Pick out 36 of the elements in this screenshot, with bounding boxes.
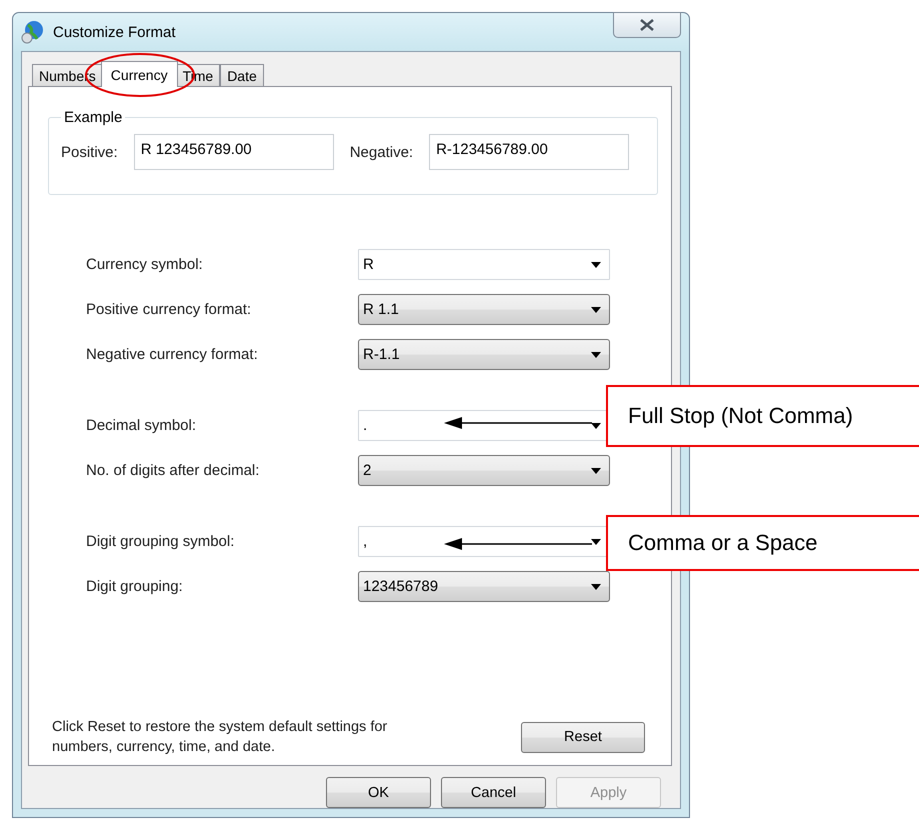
annotation-callout: Full Stop (Not Comma) bbox=[606, 385, 919, 447]
field-label: Digit grouping symbol: bbox=[86, 533, 236, 550]
field-label: Negative currency format: bbox=[86, 346, 259, 363]
tab[interactable]: Date bbox=[220, 64, 264, 86]
field-label: Positive currency format: bbox=[86, 301, 252, 318]
window-title: Customize Format bbox=[53, 24, 176, 40]
dropdown-arrow-icon bbox=[591, 468, 601, 474]
dropdown-arrow-icon bbox=[591, 584, 601, 590]
dropdown[interactable]: R 1.1 bbox=[358, 294, 610, 325]
close-button[interactable] bbox=[613, 12, 681, 38]
combo-box[interactable]: R bbox=[358, 249, 610, 280]
dialog-button[interactable]: Cancel bbox=[441, 777, 546, 808]
dropdown[interactable]: 123456789 bbox=[358, 571, 610, 602]
dropdown-arrow-icon bbox=[591, 538, 601, 544]
dropdown-arrow-icon bbox=[591, 352, 601, 358]
negative-example-field: R-123456789.00 bbox=[429, 134, 630, 170]
field-label: Positive: bbox=[61, 144, 118, 160]
close-icon bbox=[640, 19, 654, 31]
dropdown-arrow-icon bbox=[591, 306, 601, 312]
field-label: Digit grouping: bbox=[86, 578, 184, 595]
positive-example-field: R 123456789.00 bbox=[134, 134, 334, 170]
reset-button[interactable]: Reset bbox=[521, 722, 645, 752]
field-label: Negative: bbox=[350, 144, 414, 160]
tab[interactable]: Currency bbox=[100, 61, 178, 87]
field-label: Decimal symbol: bbox=[86, 417, 198, 434]
annotation-callout: Comma or a Space bbox=[606, 515, 919, 571]
dropdown-arrow-icon bbox=[591, 422, 601, 428]
dropdown[interactable]: 2 bbox=[358, 455, 610, 486]
field-label: Currency symbol: bbox=[86, 256, 204, 273]
dropdown-arrow-icon bbox=[591, 262, 601, 268]
field-label: No. of digits after decimal: bbox=[86, 462, 260, 479]
dropdown[interactable]: R-1.1 bbox=[358, 339, 610, 370]
group-title: Example bbox=[63, 109, 124, 126]
dialog-button[interactable]: OK bbox=[326, 777, 431, 808]
reset-note: Click Reset to restore the system default settings for numbers, currency, time, and date. bbox=[52, 718, 388, 757]
globe-clock-icon bbox=[21, 20, 45, 44]
